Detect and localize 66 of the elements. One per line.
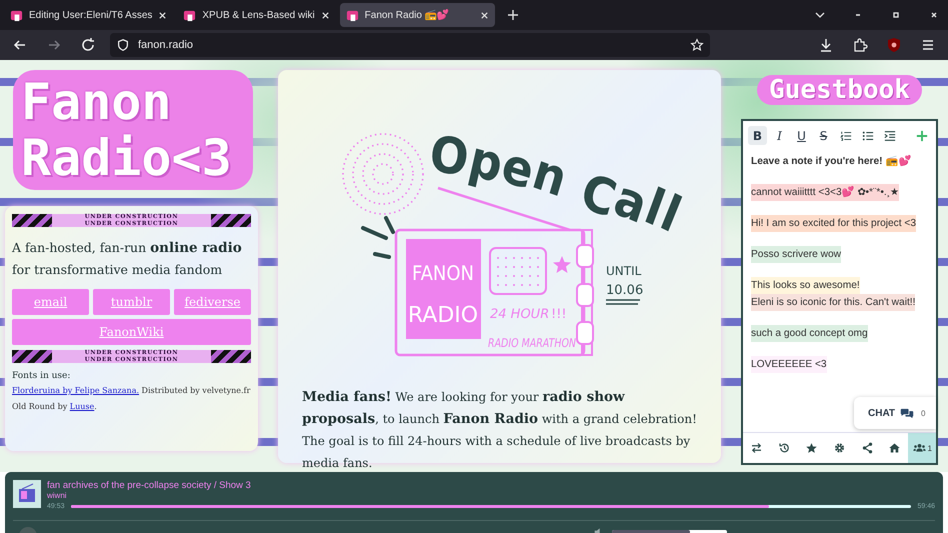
fonts-heading: Fonts in use: [12, 371, 72, 381]
favicon-icon [183, 8, 196, 22]
site-logo: Fanon Radio<3 [13, 70, 253, 190]
prompt-text: Leave a note if you're here! 📻💕 [751, 154, 912, 169]
star-icon [553, 256, 571, 273]
note-text: such a good concept omg [751, 325, 868, 342]
home-icon [888, 442, 902, 454]
format-button[interactable]: I [770, 126, 789, 145]
close-icon[interactable] [320, 10, 330, 20]
browser-tab[interactable]: XPUB & Lens-Based wiki [177, 3, 336, 27]
artist-name: wiwni [47, 491, 68, 501]
note-text: Hi! I am so excited for this project <3 [751, 215, 916, 232]
note-text: This looks so awesome! [751, 277, 860, 294]
star-icon [805, 442, 818, 454]
deadline-text: 10.06 [606, 283, 644, 298]
note-text: LOVEEEEEE <3 [751, 356, 827, 373]
reload-icon[interactable] [80, 37, 96, 53]
deadline-text: UNTIL [606, 264, 642, 278]
address-field[interactable]: fanon.radio [110, 33, 710, 57]
marathon-text: 24 HOUR [490, 307, 550, 322]
marathon-text: !!! [551, 307, 567, 322]
share-icon [860, 442, 874, 454]
shield-badge-icon[interactable] [886, 37, 902, 53]
bookmark-star-icon[interactable] [690, 38, 704, 52]
motion-lines-drawing [361, 216, 395, 259]
settings-icon [833, 442, 846, 454]
swap-arrows-icon [750, 442, 764, 454]
puzzle-icon[interactable] [852, 37, 868, 53]
credit-text: Florderuina by Felipe Sanzana. Distributed by velvetyne.fr [12, 385, 251, 397]
intro-text: Media fans! We are looking for your radio show proposals, to launch Fanon Radio with a grand celebration! The goal is to fill 24-hours with a schedule of live broadcasts by media fans. [302, 388, 697, 472]
headline-text: Open Call [426, 124, 692, 244]
indent-icon [884, 130, 896, 142]
credit-link[interactable]: Florderuina by Felipe Sanzana. [12, 386, 140, 395]
browser-tab[interactable]: Editing User:Eleni/T6 Asses [4, 3, 174, 27]
volume-slider[interactable] [612, 530, 727, 533]
marathon-text: RADIO MARATHON [488, 336, 600, 350]
format-button[interactable]: S [814, 126, 833, 145]
history-icon [778, 442, 791, 454]
numbered-list-icon [840, 130, 852, 142]
note-text: Eleni is so iconic for this. Can't wait!! [751, 294, 916, 311]
format-button[interactable]: B [748, 126, 767, 145]
bullet-list-icon [862, 130, 874, 142]
close-icon[interactable] [158, 10, 168, 20]
chat-button[interactable]: CHAT 0 [854, 397, 936, 429]
favicon-icon [346, 8, 359, 22]
screen-text: FANON [412, 261, 474, 285]
panel-tool-button[interactable]: 1 [908, 433, 936, 463]
close-icon[interactable] [480, 10, 489, 20]
new-tab-icon[interactable] [506, 9, 519, 21]
progress-track[interactable] [70, 505, 912, 508]
favicon-icon [10, 8, 23, 22]
shield-icon[interactable] [116, 38, 130, 52]
format-button[interactable]: U [792, 126, 811, 145]
guestbook-title: Guestbook [757, 75, 922, 105]
chat-icon [900, 408, 914, 418]
credit-link[interactable]: Luuse [70, 402, 94, 411]
note-text: Posso scrivere wow [751, 246, 842, 263]
download-icon[interactable] [818, 37, 834, 53]
tagline-text: A fan-hosted, fan-run online radio for transformative media fandom [12, 239, 243, 279]
note-text: cannot waiiitttt <3<3💕 ✿•*¨*•.¸★ [751, 184, 900, 201]
browser-tab[interactable]: Fanon Radio 📻💕 [340, 3, 495, 27]
album-art-drawing [13, 480, 41, 508]
screen-text: RADIO [408, 303, 478, 328]
track-title: fan archives of the pre-collapse society / Show 3 [47, 480, 252, 491]
credit-text: Old Round by Luuse. [12, 401, 98, 413]
users-icon [912, 442, 926, 454]
